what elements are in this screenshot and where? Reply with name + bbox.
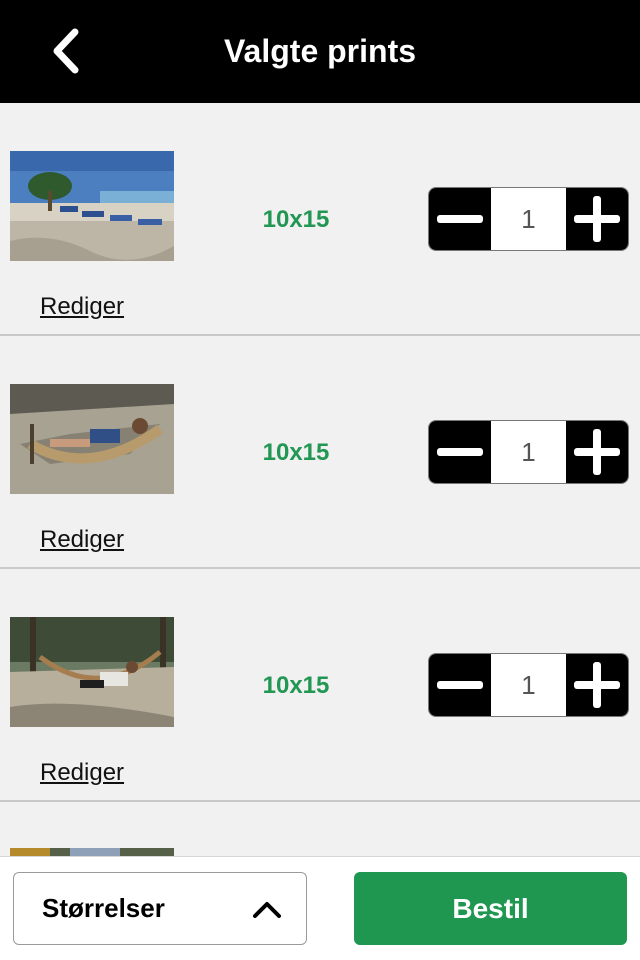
quantity-stepper: 1 [428, 653, 629, 717]
minus-icon [437, 681, 483, 689]
quantity-stepper: 1 [428, 187, 629, 251]
app-screen: Valgte prints 10x15 1 Rediger 10x15 1 Re… [0, 0, 640, 960]
prints-list[interactable]: 10x15 1 Rediger 10x15 1 Rediger 10x15 1 … [0, 103, 640, 856]
edit-link[interactable]: Rediger [40, 293, 124, 321]
photo-thumbnail[interactable] [10, 384, 174, 494]
plus-icon [574, 429, 620, 475]
chevron-up-icon [250, 895, 284, 923]
photo-thumbnail[interactable] [10, 151, 174, 261]
decrease-button[interactable] [429, 188, 491, 250]
print-item: 10x15 1 Rediger [0, 336, 640, 569]
edit-link[interactable]: Rediger [40, 759, 124, 787]
decrease-button[interactable] [429, 654, 491, 716]
increase-button[interactable] [566, 654, 628, 716]
sizes-button[interactable]: Størrelser [13, 872, 307, 945]
print-size: 10x15 [262, 672, 330, 699]
increase-button[interactable] [566, 421, 628, 483]
quantity-value[interactable]: 1 [491, 188, 566, 250]
increase-button[interactable] [566, 188, 628, 250]
quantity-value[interactable]: 1 [491, 421, 566, 483]
plus-icon [574, 196, 620, 242]
print-size: 10x15 [262, 439, 330, 466]
photo-thumbnail[interactable] [10, 617, 174, 727]
plus-icon [574, 662, 620, 708]
hammock-trees-photo [10, 617, 174, 727]
order-button[interactable]: Bestil [354, 872, 627, 945]
quantity-value[interactable]: 1 [491, 654, 566, 716]
minus-icon [437, 215, 483, 223]
photo-thumbnail[interactable] [10, 848, 174, 856]
photo-partial [10, 848, 174, 856]
minus-icon [437, 448, 483, 456]
sizes-label: Størrelser [42, 893, 165, 923]
print-item: 10x15 1 Rediger [0, 569, 640, 802]
print-size: 10x15 [262, 206, 330, 233]
page-title: Valgte prints [223, 33, 417, 69]
print-item: 10x15 1 Rediger [0, 103, 640, 336]
beach-photo [10, 151, 174, 261]
header-bar: Valgte prints [0, 0, 640, 103]
edit-link[interactable]: Rediger [40, 526, 124, 554]
print-item-partial [0, 802, 640, 856]
hammock-photo [10, 384, 174, 494]
decrease-button[interactable] [429, 421, 491, 483]
footer-bar: Størrelser Bestil [0, 856, 640, 960]
quantity-stepper: 1 [428, 420, 629, 484]
